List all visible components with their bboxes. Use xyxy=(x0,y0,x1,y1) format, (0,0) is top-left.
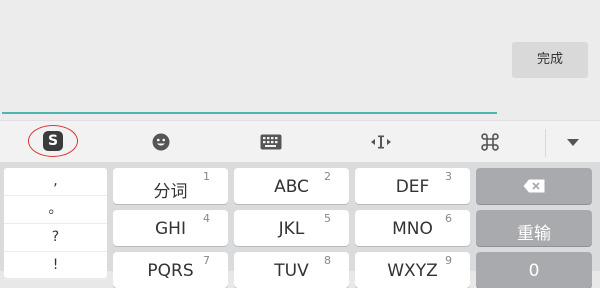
delete-key[interactable] xyxy=(476,168,592,204)
punct-exclaim[interactable]: ! xyxy=(4,252,107,280)
key-label: 重输 xyxy=(517,224,551,244)
punct-question[interactable]: ? xyxy=(4,224,107,252)
key-8-tuv[interactable]: TUV 8 xyxy=(234,252,349,288)
key-label: DEF xyxy=(395,177,430,197)
keyboard: , 。 ? ! 分词 1 ABC 2 DEF 3 GHI 4 JKL 5 MNO… xyxy=(0,162,600,288)
key-number: 5 xyxy=(324,212,331,225)
key-label: JKL xyxy=(278,219,305,239)
zero-key[interactable]: 0 xyxy=(476,252,592,288)
key-label: 分词 xyxy=(153,182,188,202)
key-number: 7 xyxy=(203,254,210,267)
retype-key[interactable]: 重输 xyxy=(476,210,592,246)
key-label: WXYZ xyxy=(387,261,438,281)
key-2-abc[interactable]: ABC 2 xyxy=(234,168,349,204)
command-button[interactable] xyxy=(436,121,544,163)
key-3-def[interactable]: DEF 3 xyxy=(355,168,470,204)
key-label: PQRS xyxy=(147,261,194,281)
command-icon xyxy=(481,133,499,151)
key-number: 3 xyxy=(445,170,452,183)
sogou-logo-icon: S xyxy=(28,125,78,157)
key-number: 2 xyxy=(324,170,331,183)
key-label: TUV xyxy=(274,261,309,281)
key-label: 0 xyxy=(528,261,540,281)
key-number: 4 xyxy=(203,212,210,225)
sogou-logo-mark: S xyxy=(43,131,63,151)
keyboard-icon xyxy=(260,134,282,150)
key-number: 6 xyxy=(445,212,452,225)
input-area[interactable]: 完成 xyxy=(0,0,600,120)
sogou-logo-button[interactable]: S xyxy=(0,121,106,163)
cursor-move-icon xyxy=(371,135,391,149)
key-number: 9 xyxy=(445,254,452,267)
key-7-pqrs[interactable]: PQRS 7 xyxy=(113,252,228,288)
key-label: MNO xyxy=(392,219,433,239)
done-button[interactable]: 完成 xyxy=(512,42,588,78)
key-label: GHI xyxy=(155,219,186,239)
keyboard-switch-button[interactable] xyxy=(216,121,326,163)
backspace-icon xyxy=(523,179,545,193)
punctuation-column[interactable]: , 。 ? ! xyxy=(4,168,107,280)
key-4-ghi[interactable]: GHI 4 xyxy=(113,210,228,246)
key-label: ABC xyxy=(274,177,309,197)
key-1-fenci[interactable]: 分词 1 xyxy=(113,168,228,204)
keyboard-toolbar: S xyxy=(0,120,600,163)
input-underline xyxy=(2,112,497,114)
cursor-move-button[interactable] xyxy=(326,121,436,163)
emoji-icon xyxy=(152,133,170,151)
emoji-button[interactable] xyxy=(106,121,216,163)
key-number: 1 xyxy=(203,170,210,183)
key-6-mno[interactable]: MNO 6 xyxy=(355,210,470,246)
key-9-wxyz[interactable]: WXYZ 9 xyxy=(355,252,470,288)
punct-period[interactable]: 。 xyxy=(4,196,107,224)
key-5-jkl[interactable]: JKL 5 xyxy=(234,210,349,246)
collapse-arrow-icon xyxy=(567,139,579,146)
key-number: 8 xyxy=(324,254,331,267)
punct-comma[interactable]: , xyxy=(4,168,107,196)
collapse-keyboard-button[interactable] xyxy=(546,121,600,163)
